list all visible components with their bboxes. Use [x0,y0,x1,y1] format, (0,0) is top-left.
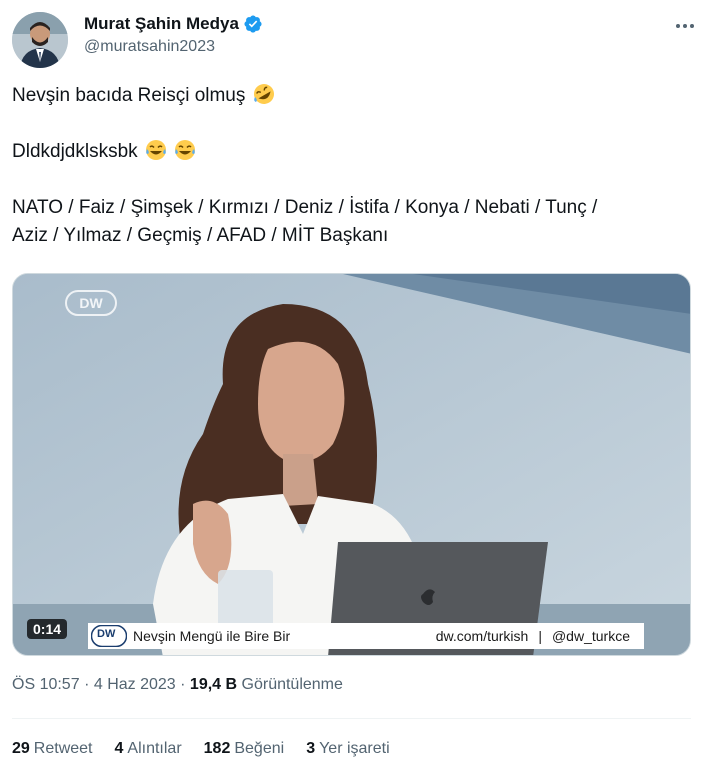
tweet-time[interactable]: ÖS 10:57 [12,676,80,693]
avatar-image [12,12,68,68]
stat-retweets[interactable]: 29 Retweet [12,740,93,758]
rolling-on-floor-laughing-emoji-icon [253,83,275,105]
dw-logo-text: DW [97,628,116,640]
video-lower-third: DW Nevşin Mengü ile Bire Bir dw.com/turk… [88,623,644,649]
author-info: Murat Şahin Medya @muratsahin2023 [84,14,263,56]
meta-separator: · [84,676,90,693]
author-handle[interactable]: @muratsahin2023 [84,38,263,56]
separator: | [538,628,542,644]
author-name[interactable]: Murat Şahin Medya [84,14,239,34]
avatar[interactable] [12,12,68,68]
stat-quotes-label: Alıntılar [127,740,182,757]
stat-likes-count: 182 [203,740,231,757]
tweet-date[interactable]: 4 Haz 2023 [94,676,176,693]
divider [12,718,691,719]
tears-of-joy-emoji-icon [174,139,196,161]
tweet-text: Nevşin bacıda Reisçi olmuş Dldkdjdklsksb… [12,82,692,250]
views-count: 19,4 B [189,676,238,693]
tweet-stats: 29 Retweet 4 Alıntılar 182 Beğeni 3 Yer işar… [12,740,390,758]
tweet-line-1: Nevşin bacıda Reisçi olmuş [12,82,692,110]
tweet-header: Murat Şahin Medya @muratsahin2023 [12,12,697,68]
tweet-line-1-text: Nevşin bacıda Reisçi olmuş [12,85,246,106]
stat-retweets-count: 29 [12,740,30,757]
stat-bookmarks-count: 3 [306,740,316,757]
video-frame [13,274,690,655]
tweet-line-2-text: Dldkdjdklsksbk [12,141,138,162]
site-url: dw.com/turkish [435,628,529,644]
stat-likes-label: Beğeni [234,740,285,757]
stat-retweets-label: Retweet [33,740,93,757]
stat-quotes[interactable]: 4 Alıntılar [115,740,182,758]
stat-quotes-count: 4 [114,740,124,757]
tweet-meta: ÖS 10:57 · 4 Haz 2023 · 19,4 B Görüntüle… [12,676,343,694]
stat-bookmarks-label: Yer işareti [319,740,390,757]
dw-watermark: DW [65,290,117,316]
tweet-line-2: Dldkdjdklsksbk [12,138,692,166]
tweet-line-4: Aziz / Yılmaz / Geçmiş / AFAD / MİT Başk… [12,225,389,246]
show-title: Nevşin Mengü ile Bire Bir [133,628,291,644]
more-options-icon[interactable] [673,14,697,38]
views-label: Görüntülenme [241,676,343,693]
channel-handle: @dw_turkce [551,628,630,644]
meta-separator: · [180,676,186,693]
tears-of-joy-emoji-icon [145,139,167,161]
tweet-line-3: NATO / Faiz / Şimşek / Kırmızı / Deniz /… [12,197,598,218]
video-player[interactable]: DW 0:14 DW Nevşin Mengü ile Bire Bir dw.… [12,273,691,656]
stat-bookmarks[interactable]: 3 Yer işareti [306,740,389,758]
stat-likes[interactable]: 182 Beğeni [204,740,285,758]
verified-badge-icon [243,14,263,34]
video-duration: 0:14 [27,619,68,639]
